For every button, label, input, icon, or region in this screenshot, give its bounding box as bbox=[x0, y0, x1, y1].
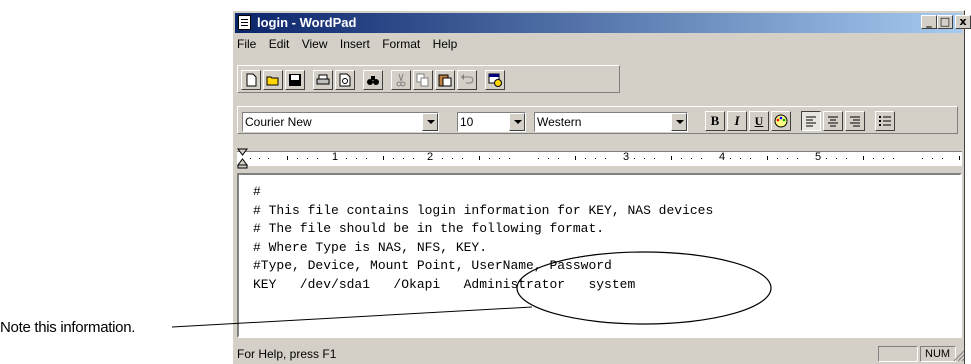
paste-button[interactable] bbox=[435, 70, 455, 90]
status-help-text: For Help, press F1 bbox=[237, 347, 337, 361]
bold-button[interactable]: B bbox=[705, 111, 725, 131]
align-right-button[interactable] bbox=[845, 111, 865, 131]
close-button[interactable]: x bbox=[955, 15, 971, 29]
ruler-mark-5: 5 bbox=[815, 151, 822, 163]
binoculars-icon bbox=[367, 76, 379, 85]
cut-button[interactable] bbox=[391, 70, 411, 90]
open-folder-icon bbox=[266, 76, 279, 86]
open-button[interactable] bbox=[263, 70, 283, 90]
align-left-icon bbox=[806, 116, 816, 127]
script-select[interactable]: Western bbox=[534, 112, 688, 132]
menu-file[interactable]: File bbox=[237, 37, 256, 51]
format-toolbar: Courier New 10 Western B I U bbox=[237, 106, 958, 134]
wordpad-window: login - WordPad _ □ x File Edit View Ins… bbox=[232, 10, 971, 364]
status-num: NUM bbox=[920, 346, 956, 362]
save-button[interactable] bbox=[285, 70, 305, 90]
print-preview-button[interactable] bbox=[335, 70, 355, 90]
align-center-icon bbox=[828, 116, 838, 127]
font-select-value: Courier New bbox=[245, 115, 312, 129]
document-text[interactable]: # # This file contains login information… bbox=[253, 183, 713, 295]
printer-icon bbox=[316, 74, 330, 85]
clipboard-icon bbox=[438, 74, 452, 87]
doc-line: # This file contains login information f… bbox=[253, 202, 714, 218]
ruler-strip: 1 2 3 4 5 bbox=[237, 151, 962, 166]
ruler-ticks bbox=[250, 156, 960, 160]
wordpad-document-icon[interactable] bbox=[238, 15, 251, 30]
bullets-button[interactable] bbox=[875, 111, 895, 131]
font-size-select[interactable]: 10 bbox=[457, 112, 526, 132]
doc-line: # The file should be in the following fo… bbox=[253, 221, 605, 237]
undo-arrow-icon bbox=[461, 74, 474, 84]
italic-button[interactable]: I bbox=[727, 111, 747, 131]
status-bar: For Help, press F1 NUM bbox=[237, 345, 965, 363]
menu-format[interactable]: Format bbox=[382, 37, 420, 51]
doc-line: #Type, Device, Mount Point, UserName, Pa… bbox=[253, 258, 612, 274]
ruler[interactable]: 1 2 3 4 5 bbox=[237, 147, 962, 169]
standard-toolbar bbox=[237, 65, 620, 93]
window-title: login - WordPad bbox=[257, 15, 357, 30]
indent-marker-icon[interactable] bbox=[237, 147, 249, 169]
copy-button[interactable] bbox=[413, 70, 433, 90]
doc-line: # bbox=[253, 184, 261, 199]
calendar-clock-icon bbox=[488, 73, 502, 87]
underline-button[interactable]: U bbox=[749, 111, 769, 131]
color-button[interactable] bbox=[771, 111, 791, 131]
ruler-mark-2: 2 bbox=[427, 151, 434, 163]
align-right-icon bbox=[850, 116, 860, 127]
chevron-down-icon[interactable] bbox=[671, 113, 687, 131]
doc-line: KEY /dev/sda1 /Okapi Administrator syste… bbox=[253, 276, 636, 292]
resize-grip-icon[interactable] bbox=[953, 350, 965, 362]
ruler-mark-3: 3 bbox=[623, 151, 630, 163]
minimize-button[interactable]: _ bbox=[921, 15, 937, 29]
script-value: Western bbox=[537, 115, 582, 129]
new-button[interactable] bbox=[241, 70, 261, 90]
doc-line: # Where Type is NAS, NFS, KEY. bbox=[253, 239, 488, 255]
new-document-icon bbox=[246, 73, 257, 87]
title-bar[interactable]: login - WordPad _ □ x bbox=[235, 13, 971, 33]
callout-text: Note this information. bbox=[0, 319, 136, 336]
status-cell-empty bbox=[878, 346, 918, 362]
find-button[interactable] bbox=[363, 70, 383, 90]
menu-edit[interactable]: Edit bbox=[269, 37, 290, 51]
bullet-list-icon bbox=[879, 116, 891, 126]
font-size-value: 10 bbox=[460, 115, 474, 129]
font-select[interactable]: Courier New bbox=[242, 112, 439, 132]
maximize-button[interactable]: □ bbox=[937, 15, 953, 29]
insert-date-time-button[interactable] bbox=[485, 70, 505, 90]
menu-help[interactable]: Help bbox=[433, 37, 458, 51]
color-palette-icon bbox=[774, 114, 788, 128]
chevron-down-icon[interactable] bbox=[422, 113, 438, 131]
menu-view[interactable]: View bbox=[302, 37, 328, 51]
chevron-down-icon[interactable] bbox=[509, 113, 525, 131]
menu-insert[interactable]: Insert bbox=[340, 37, 370, 51]
ruler-mark-1: 1 bbox=[332, 151, 339, 163]
ruler-mark-4: 4 bbox=[719, 151, 726, 163]
print-button[interactable] bbox=[313, 70, 333, 90]
floppy-disk-icon bbox=[289, 74, 301, 86]
undo-button[interactable] bbox=[457, 70, 477, 90]
align-left-button[interactable] bbox=[801, 111, 821, 131]
menu-bar: File Edit View Insert Format Help bbox=[237, 37, 466, 55]
document-area[interactable]: # # This file contains login information… bbox=[237, 173, 962, 338]
print-preview-icon bbox=[339, 73, 351, 87]
scissors-icon bbox=[396, 73, 406, 87]
copy-icon bbox=[416, 73, 429, 87]
align-center-button[interactable] bbox=[823, 111, 843, 131]
